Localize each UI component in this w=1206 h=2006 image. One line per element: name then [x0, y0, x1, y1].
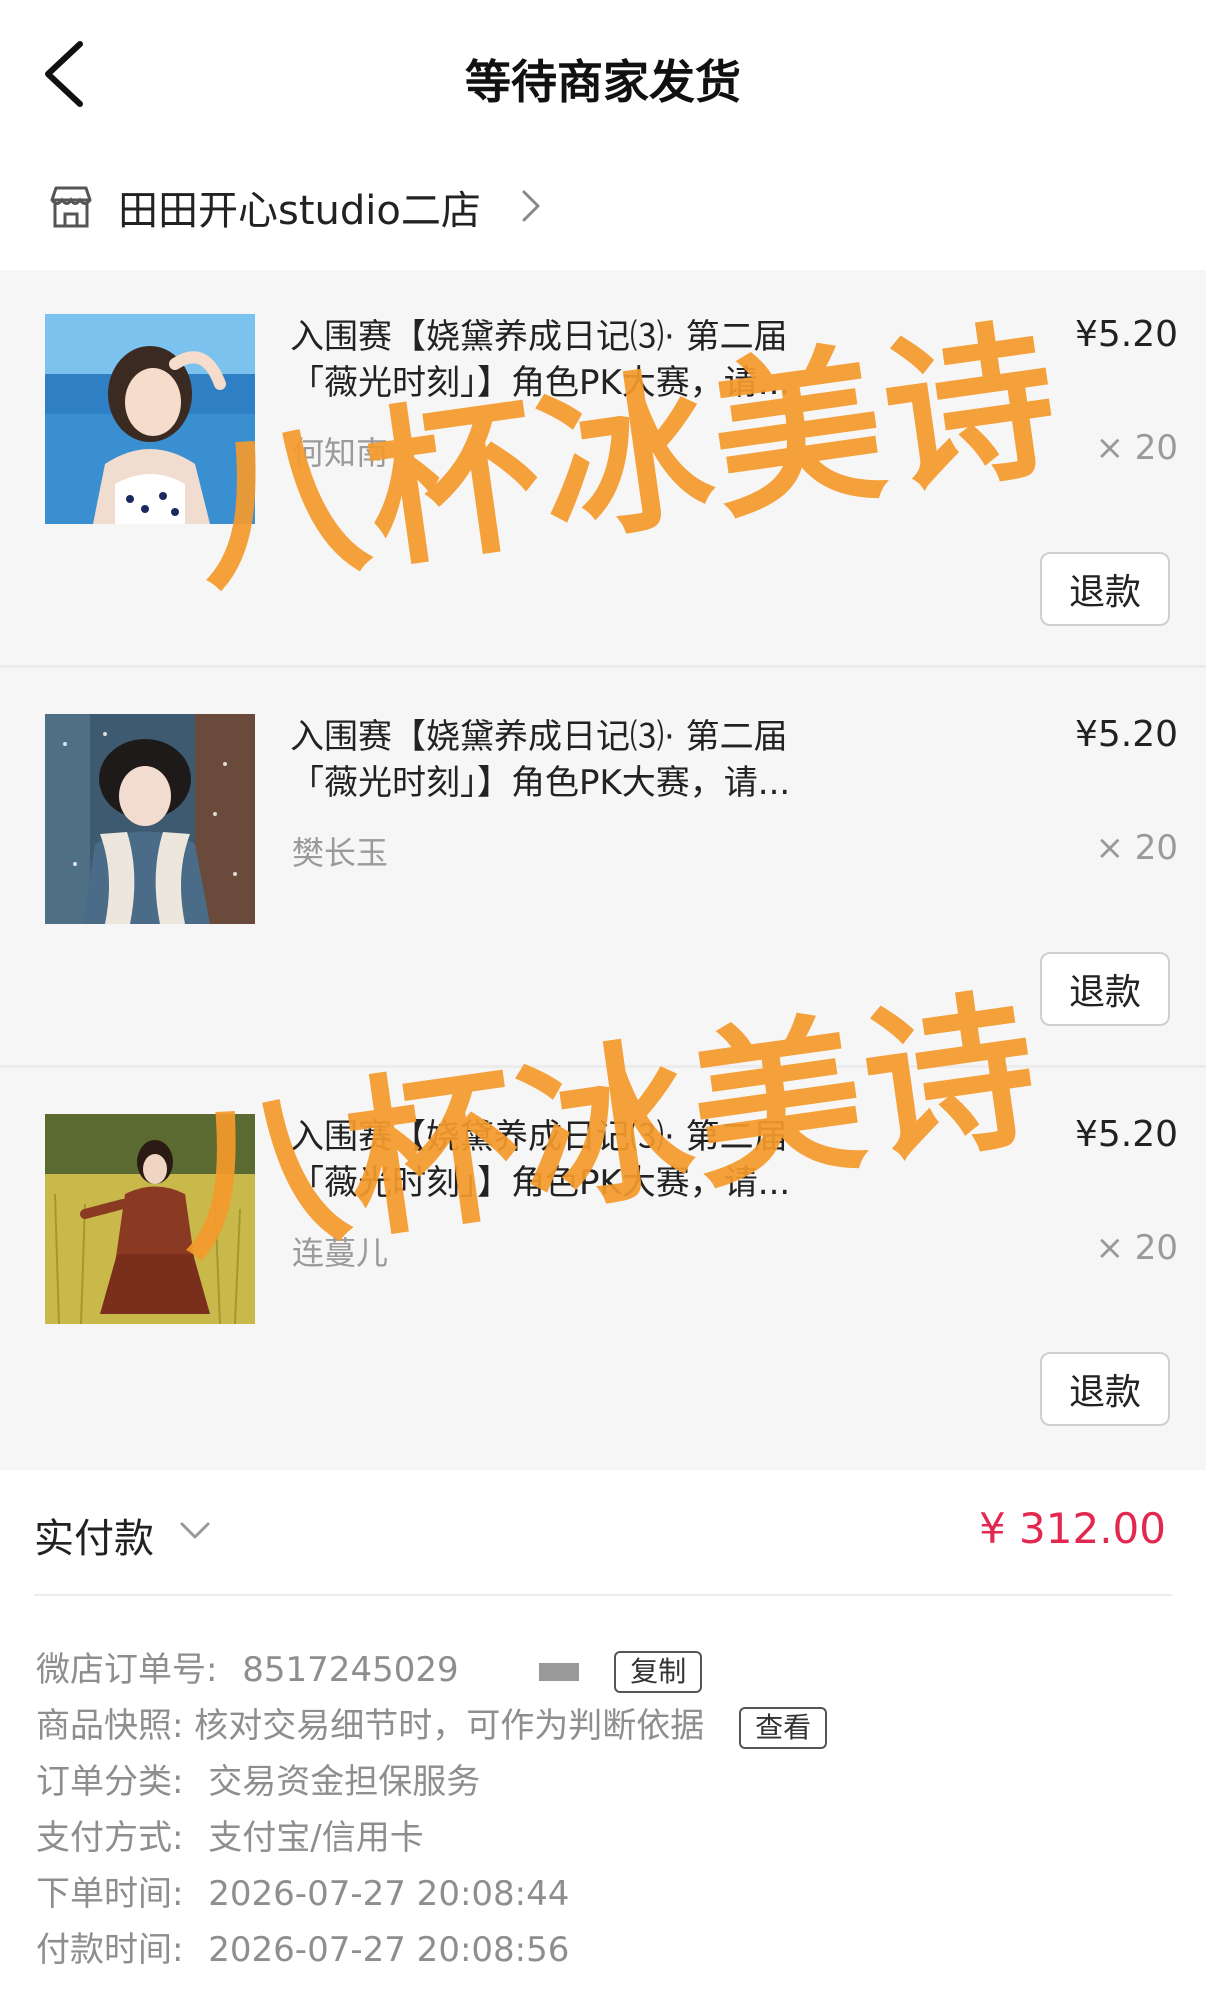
order-number-row: 微店订单号: 8517245029 复制 — [36, 1642, 703, 1693]
category-row: 订单分类: 交易资金担保服务 — [36, 1754, 480, 1803]
item-price: ¥5.20 — [1074, 1114, 1178, 1155]
chevron-right-icon — [522, 190, 540, 222]
order-time-value: 2026-07-27 20:08:44 — [208, 1874, 570, 1914]
refund-button[interactable]: 退款 — [1040, 1352, 1170, 1426]
paid-amount: ¥ 312.00 — [978, 1504, 1166, 1553]
category-value: 交易资金担保服务 — [208, 1762, 481, 1802]
redaction-mark — [539, 1662, 580, 1681]
divider — [0, 665, 1206, 668]
view-snapshot-button[interactable]: 查看 — [739, 1706, 828, 1749]
pay-method-label: 支付方式: — [36, 1818, 184, 1858]
shop-name[interactable]: 田田开心studio二店 — [118, 178, 481, 236]
pay-method-value: 支付宝/信用卡 — [208, 1818, 424, 1858]
shop-icon — [50, 186, 92, 228]
page-title: 等待商家发货 — [465, 55, 741, 109]
order-time-row: 下单时间: 2026-07-27 20:08:44 — [36, 1866, 569, 1915]
nav-header: 等待商家发货 — [0, 0, 1206, 150]
snapshot-text: 核对交易细节时，可作为判断依据 — [194, 1706, 705, 1746]
snapshot-row: 商品快照: 核对交易细节时，可作为判断依据 查看 — [36, 1698, 828, 1749]
item-variant: 樊长玉 — [292, 834, 389, 872]
pay-time-row: 付款时间: 2026-07-27 20:08:56 — [36, 1922, 569, 1971]
order-number: 8517245029 — [242, 1650, 459, 1690]
item-quantity: × 20 — [1095, 1228, 1178, 1268]
refund-button[interactable]: 退款 — [1040, 952, 1170, 1026]
payment-summary: 实付款 ¥ 312.00 微店订单号: 8517245029 复制 商品快照: … — [0, 1470, 1206, 2006]
category-label: 订单分类: — [36, 1762, 184, 1802]
copy-button[interactable]: 复制 — [614, 1650, 703, 1693]
shop-row[interactable]: 田田开心studio二店 — [0, 160, 1206, 270]
item-price: ¥5.20 — [1074, 314, 1178, 355]
item-title: 入围赛【娆黛养成日记⑶· 第二届「薇光时刻」】角色PK大赛，请... — [290, 717, 791, 803]
pay-time-value: 2026-07-27 20:08:56 — [208, 1930, 570, 1970]
item-quantity: × 20 — [1095, 428, 1178, 468]
pay-method-row: 支付方式: 支付宝/信用卡 — [36, 1810, 424, 1859]
divider — [34, 1594, 1172, 1596]
chevron-down-icon[interactable] — [178, 1520, 212, 1542]
order-number-label: 微店订单号: — [36, 1650, 218, 1690]
item-quantity: × 20 — [1095, 828, 1178, 868]
pay-time-label: 付款时间: — [36, 1930, 184, 1970]
paid-label[interactable]: 实付款 — [34, 1506, 154, 1564]
product-thumbnail[interactable] — [45, 714, 255, 924]
order-time-label: 下单时间: — [36, 1874, 184, 1914]
snapshot-label: 商品快照: — [36, 1706, 184, 1746]
item-price: ¥5.20 — [1074, 714, 1178, 755]
refund-button[interactable]: 退款 — [1040, 552, 1170, 626]
